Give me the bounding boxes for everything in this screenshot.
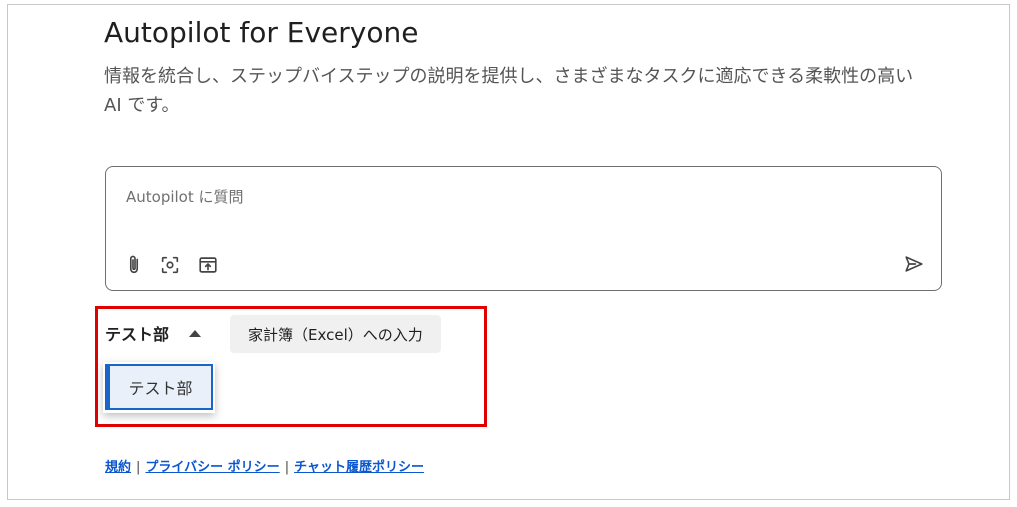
caret-up-icon xyxy=(189,329,202,337)
page-description: 情報を統合し、ステップバイステップの説明を提供し、さまざまなタスクに適応できる柔… xyxy=(104,66,914,116)
page-title: Autopilot for Everyone xyxy=(104,16,419,49)
department-option[interactable]: テスト部 xyxy=(105,364,213,410)
chat-history-policy-link[interactable]: チャット履歴ポリシー xyxy=(294,460,424,475)
footer-separator: | xyxy=(136,460,141,475)
footer-separator: | xyxy=(284,460,290,475)
department-dropdown: テスト部 xyxy=(103,362,215,413)
prompt-chip[interactable]: 家計簿（Excel）への入力 xyxy=(230,315,441,353)
upload-window-icon[interactable] xyxy=(196,253,220,277)
footer-links: 規約 | プライバシー ポリシー | チャット履歴ポリシー xyxy=(105,456,424,475)
screen-capture-icon[interactable] xyxy=(158,253,182,277)
paperclip-icon[interactable] xyxy=(122,253,146,277)
send-icon[interactable] xyxy=(903,253,927,277)
department-selector[interactable]: テスト部 xyxy=(105,321,202,345)
chat-box xyxy=(105,166,942,291)
chat-input[interactable] xyxy=(124,187,888,207)
department-selected-label: テスト部 xyxy=(105,325,170,344)
privacy-policy-link[interactable]: プライバシー ポリシー xyxy=(145,460,279,475)
terms-link[interactable]: 規約 xyxy=(105,460,131,475)
